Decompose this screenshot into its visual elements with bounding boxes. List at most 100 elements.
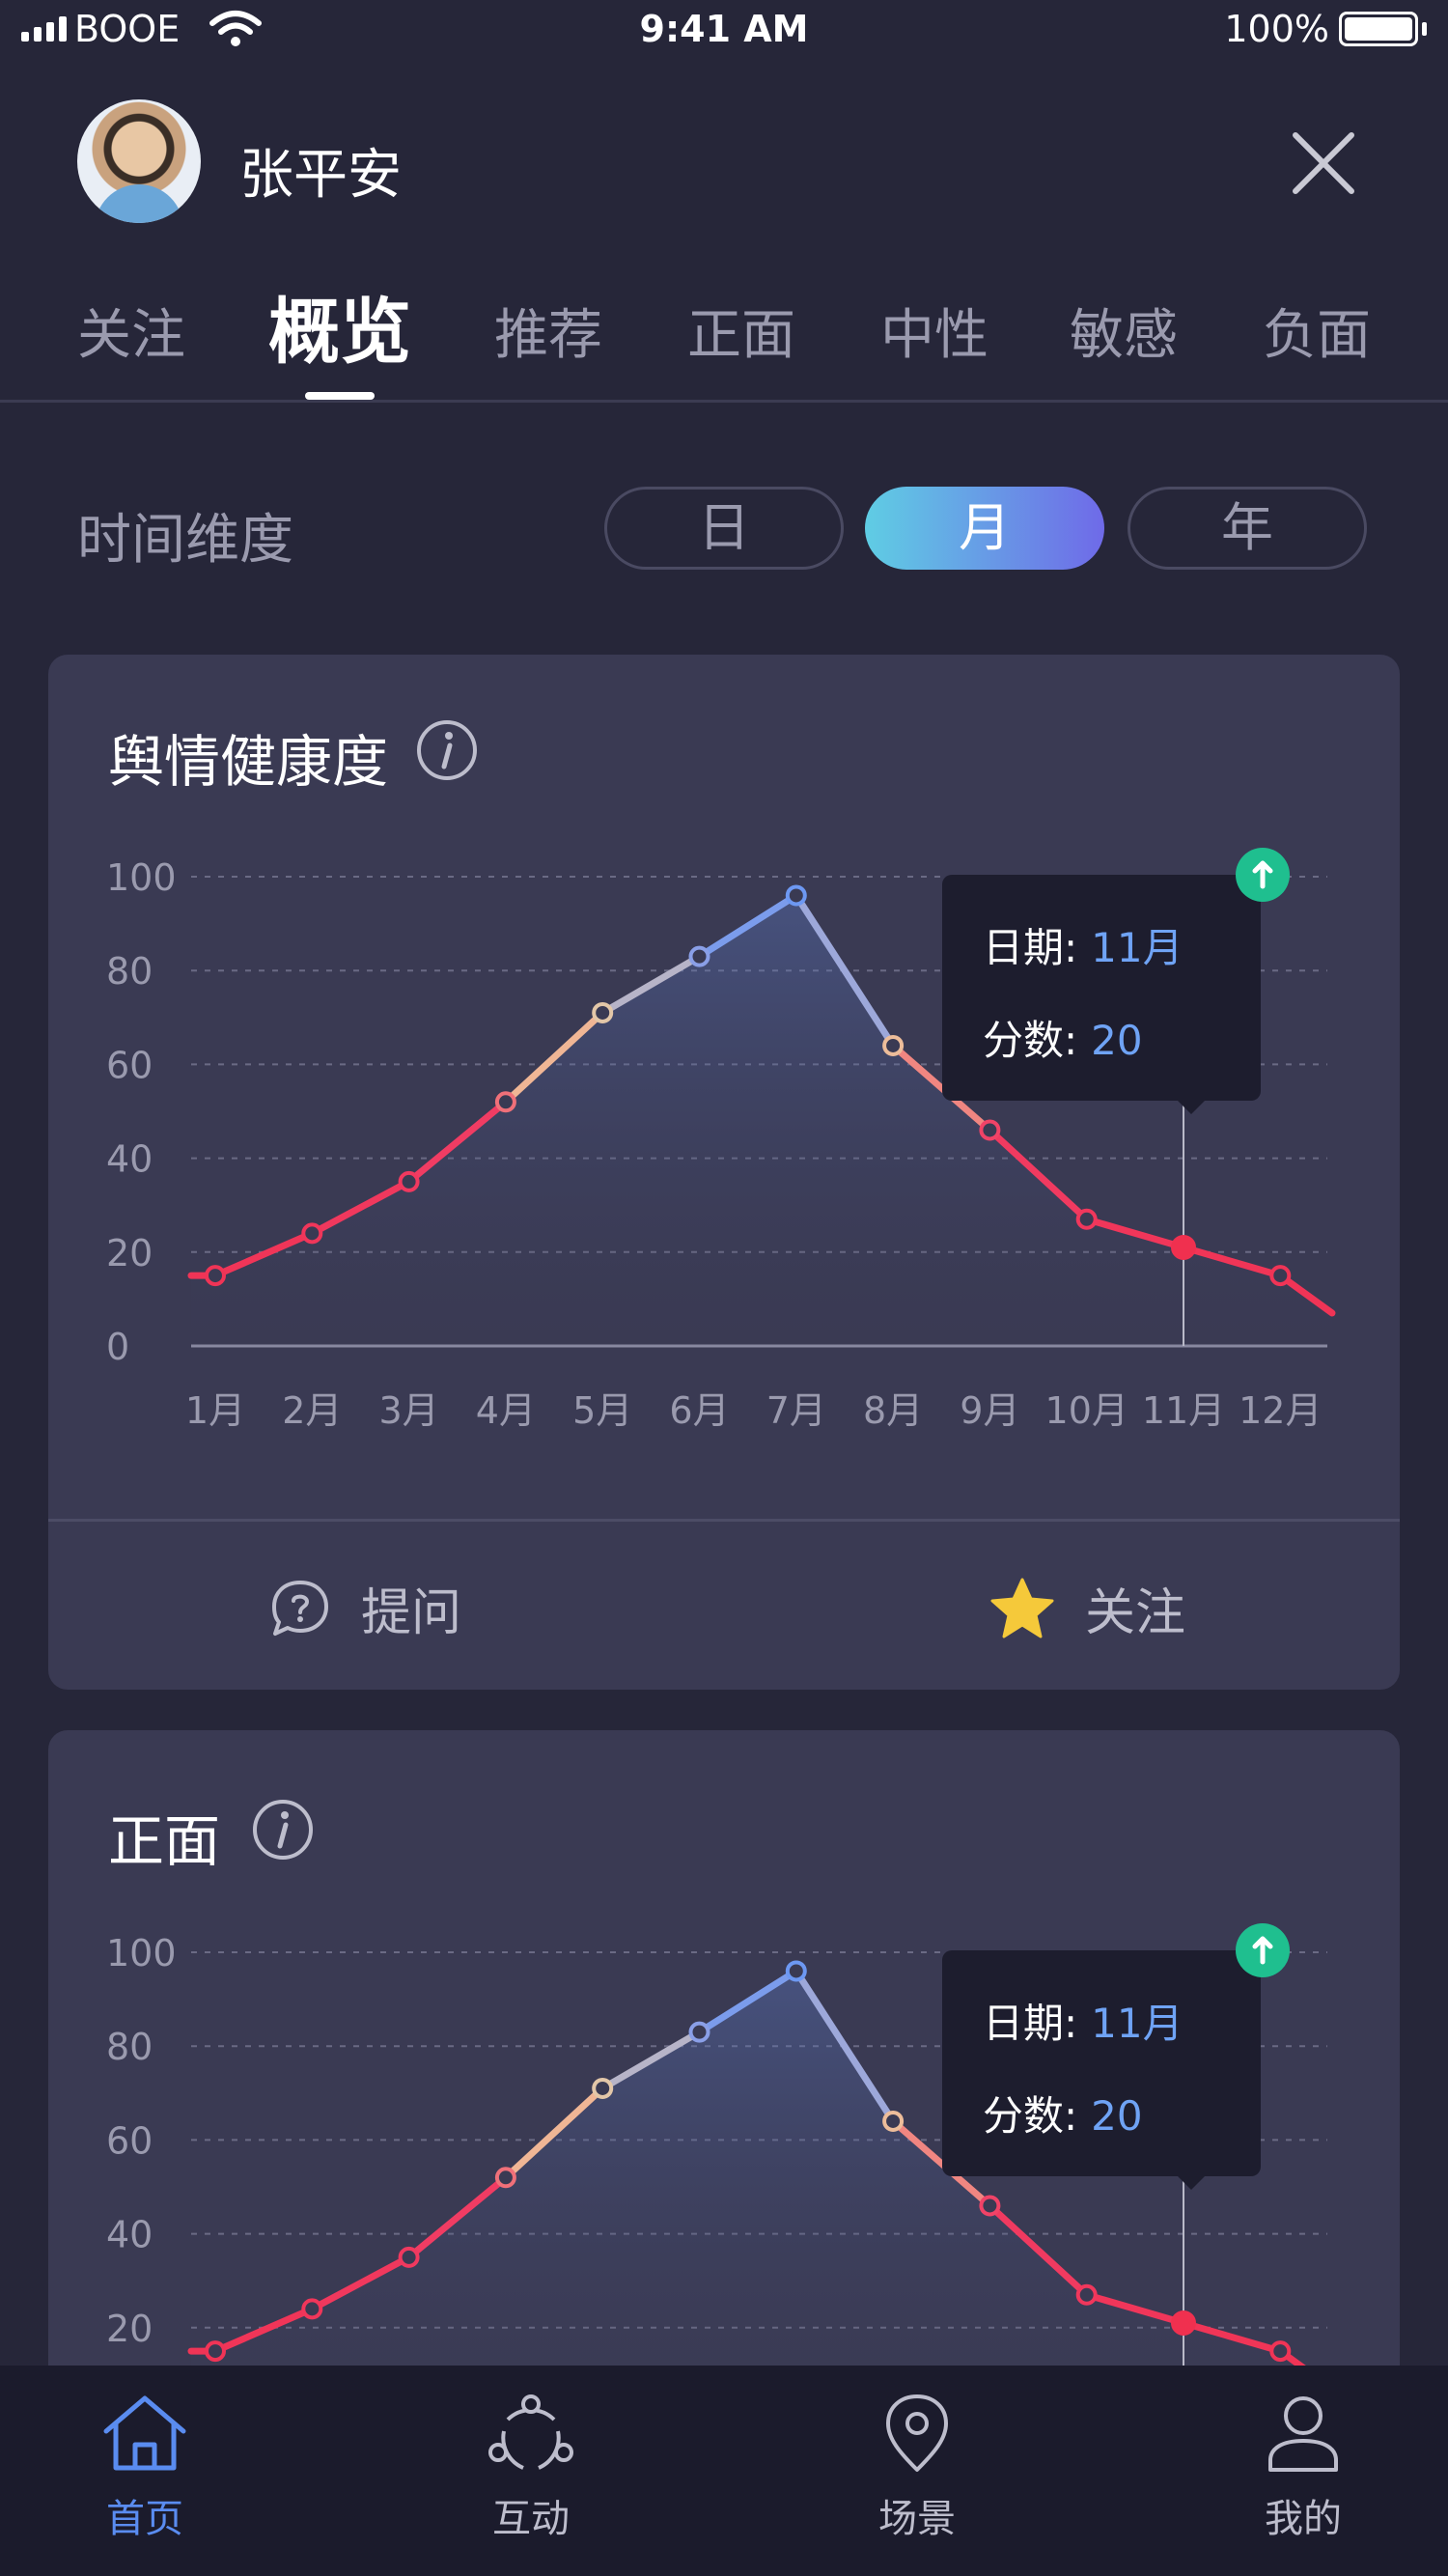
tooltip-date-value: 11月 xyxy=(1091,924,1183,971)
battery-indicator: 100% xyxy=(1224,8,1427,50)
nav-scene-label: 场景 xyxy=(878,2497,956,2541)
tooltip-date-value: 11月 xyxy=(1091,2000,1183,2047)
data-point[interactable] xyxy=(688,945,710,967)
data-point[interactable] xyxy=(301,1222,323,1245)
interaction-icon xyxy=(488,2394,573,2470)
x-tick-label: 3月 xyxy=(379,1389,439,1432)
follow-label: 关注 xyxy=(1085,1584,1186,1642)
follow-button[interactable]: 关注 xyxy=(989,1572,1185,1644)
data-point[interactable] xyxy=(398,2246,420,2268)
x-tick-label: 7月 xyxy=(766,1389,826,1432)
y-tick-label: 100 xyxy=(106,856,177,899)
tooltip-score-label: 分数: xyxy=(983,1017,1078,1064)
x-tick-label: 2月 xyxy=(282,1389,342,1432)
data-point[interactable] xyxy=(688,2021,710,2043)
highlighted-data-point[interactable] xyxy=(1171,2310,1196,2336)
y-tick-label: 40 xyxy=(106,2214,153,2256)
data-point[interactable] xyxy=(1269,2340,1292,2363)
data-point[interactable] xyxy=(592,2077,614,2099)
tooltip-score-label: 分数: xyxy=(983,2092,1078,2140)
data-point[interactable] xyxy=(592,1001,614,1023)
health-card: 舆情健康度 100 80 60 40 20 0 1月 2月 3月 4月 5月 6月 7月 8月 9月 10月 1… xyxy=(48,655,1400,1690)
tooltip-date-label: 日期: xyxy=(983,2000,1078,2047)
nav-interaction[interactable]: 互动 xyxy=(434,2393,627,2543)
x-tick-label: 10月 xyxy=(1045,1389,1128,1432)
data-point[interactable] xyxy=(785,1960,807,1982)
time-dimension-label: 时间维度 xyxy=(77,509,293,572)
tab-positive[interactable]: 正面 xyxy=(687,292,795,370)
data-point[interactable] xyxy=(979,1119,1001,1141)
tab-negative[interactable]: 负面 xyxy=(1263,292,1371,370)
user-icon xyxy=(1268,2396,1338,2472)
y-tick-label: 80 xyxy=(106,950,153,993)
x-tick-label: 1月 xyxy=(185,1389,245,1432)
data-point[interactable] xyxy=(785,884,807,907)
data-point[interactable] xyxy=(205,1265,226,1287)
active-tab-indicator xyxy=(305,392,375,400)
highlighted-data-point[interactable] xyxy=(1171,1234,1196,1260)
chart-tooltip: 日期: 11月 分数: 20 xyxy=(942,875,1261,1114)
tooltip-date-label: 日期: xyxy=(983,924,1078,971)
period-year-button[interactable]: 年 xyxy=(1128,487,1367,570)
x-tick-label: 5月 xyxy=(572,1389,632,1432)
data-point[interactable] xyxy=(1075,2283,1098,2306)
tab-neutral[interactable]: 中性 xyxy=(880,292,989,370)
x-tick-label: 8月 xyxy=(863,1389,923,1432)
tab-sensitive[interactable]: 敏感 xyxy=(1070,292,1178,370)
ask-button[interactable]: 提问 xyxy=(268,1572,461,1644)
star-icon xyxy=(990,1578,1054,1638)
y-tick-label: 0 xyxy=(106,1326,129,1368)
trend-up-icon xyxy=(1236,1923,1290,1977)
data-point[interactable] xyxy=(398,1170,420,1192)
tooltip-score-value: 20 xyxy=(1091,1017,1143,1064)
data-point[interactable] xyxy=(1075,1208,1098,1230)
battery-icon xyxy=(1339,12,1418,46)
y-tick-label: 20 xyxy=(106,2308,153,2350)
y-tick-label: 100 xyxy=(106,1932,177,1974)
data-point[interactable] xyxy=(301,2298,323,2320)
bottom-nav: 首页 互动 场景 我的 xyxy=(0,2366,1448,2576)
y-tick-label: 60 xyxy=(106,1044,153,1086)
tab-follow[interactable]: 关注 xyxy=(77,292,185,370)
x-tick-label: 12月 xyxy=(1239,1389,1322,1432)
nav-interaction-label: 互动 xyxy=(492,2497,570,2541)
trend-up-icon xyxy=(1236,848,1290,902)
home-icon xyxy=(103,2395,186,2471)
category-tabs: 关注 概览 推荐 正面 中性 敏感 负面 xyxy=(0,261,1448,402)
y-tick-label: 80 xyxy=(106,2026,153,2068)
period-day-button[interactable]: 日 xyxy=(604,487,844,570)
positive-card: 正面 1008060402001月2月3月4月5月6月7月8月9月10月11月1… xyxy=(48,1730,1400,2406)
ask-label: 提问 xyxy=(361,1584,462,1642)
close-icon[interactable] xyxy=(1290,129,1357,197)
data-point[interactable] xyxy=(494,2167,516,2189)
x-tick-label: 6月 xyxy=(669,1389,729,1432)
data-point[interactable] xyxy=(882,2110,905,2132)
avatar[interactable] xyxy=(77,99,201,223)
nav-scene[interactable]: 场景 xyxy=(821,2393,1014,2543)
data-point[interactable] xyxy=(979,2195,1001,2217)
nav-home[interactable]: 首页 xyxy=(48,2393,241,2543)
data-point[interactable] xyxy=(1269,1265,1292,1287)
data-point[interactable] xyxy=(205,2340,226,2363)
question-bubble-icon xyxy=(272,1580,328,1636)
period-month-button[interactable]: 月 xyxy=(865,487,1104,570)
nav-home-label: 首页 xyxy=(106,2497,183,2541)
battery-percent: 100% xyxy=(1224,8,1329,50)
tooltip-score-value: 20 xyxy=(1091,2092,1143,2140)
data-point[interactable] xyxy=(882,1034,905,1056)
tab-recommend[interactable]: 推荐 xyxy=(494,292,602,370)
username: 张平安 xyxy=(239,144,402,207)
y-tick-label: 20 xyxy=(106,1232,153,1274)
chart-tooltip: 日期: 11月 分数: 20 xyxy=(942,1950,1261,2190)
x-tick-label: 9月 xyxy=(960,1389,1019,1432)
nav-mine-label: 我的 xyxy=(1265,2497,1342,2541)
location-icon xyxy=(886,2394,948,2472)
status-bar: BOOE 9:41 AM 100% xyxy=(0,0,1448,68)
card-divider xyxy=(48,1519,1400,1522)
tab-overview[interactable]: 概览 xyxy=(268,274,411,378)
nav-mine[interactable]: 我的 xyxy=(1207,2393,1400,2543)
tabs-divider xyxy=(0,400,1448,403)
y-tick-label: 60 xyxy=(106,2119,153,2162)
x-tick-label: 4月 xyxy=(476,1389,536,1432)
data-point[interactable] xyxy=(494,1091,516,1113)
